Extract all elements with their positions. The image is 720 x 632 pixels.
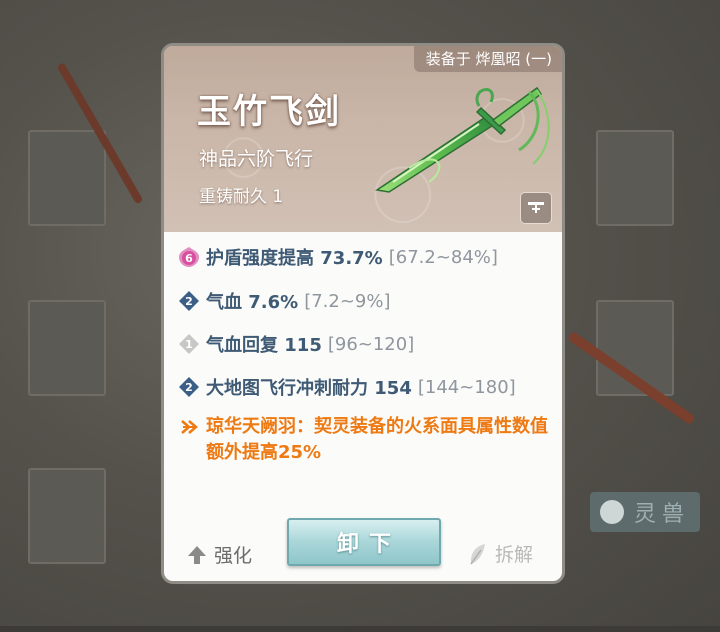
stat-text: 气血回复 115 [206,335,322,356]
up-arrow-icon [188,545,206,564]
quality-2-badge-icon: 2 [178,290,200,312]
stat-range: [67.2~84%] [388,246,498,268]
svg-text:2: 2 [185,295,193,308]
stat-row: 1 气血回复 115 [96~120] [178,331,414,357]
bg-equipment-slot [28,468,106,564]
stat-row: 6 护盾强度提高 73.7% [67.2~84%] [178,244,498,270]
stat-row: 2 大地图飞行冲刺耐力 154 [144~180] [178,374,516,400]
bg-tab-label: 灵兽 [633,502,690,527]
tag-icon [528,202,544,213]
quality-2-badge-icon: 2 [178,376,200,398]
item-header: 装备于 烨凰昭 (一) 玉竹飞剑 神品六阶飞行 重铸耐久 1 [164,46,562,232]
stat-range: [7.2~9%] [304,290,391,312]
bg-tab-icon [599,500,624,524]
svg-text:1: 1 [185,338,193,351]
quality-6-badge-icon: 6 [178,246,200,268]
special-effect-text: 琼华天阙羽：契灵装备的火系面具属性数值额外提高25% [206,416,548,463]
item-detail-card: 装备于 烨凰昭 (一) 玉竹飞剑 神品六阶飞行 重铸耐久 1 6 护盾强度提高 … [161,43,565,584]
quality-1-badge-icon: 1 [178,333,200,355]
svg-text:2: 2 [185,381,193,394]
unequip-label: 卸下 [336,532,401,557]
item-name: 玉竹飞剑 [197,92,341,132]
item-info-button[interactable] [520,192,552,224]
stat-text: 护盾强度提高 73.7% [206,248,383,269]
stat-row: 2 气血 7.6% [7.2~9%] [178,288,391,314]
enhance-button[interactable]: 强化 [186,541,252,568]
bg-bottom-strip [0,626,720,632]
equipped-to-label: 装备于 烨凰昭 (一) [413,46,562,72]
special-effect: 琼华天阙羽：契灵装备的火系面具属性数值额外提高25% [178,414,548,466]
disassemble-button[interactable]: 拆解 [467,540,533,567]
bg-equipment-slot [596,130,674,226]
item-durability: 重铸耐久 1 [199,187,284,207]
enhance-label: 强化 [214,545,253,567]
stat-text: 气血 7.6% [206,292,299,313]
disassemble-label: 拆解 [495,544,534,566]
stat-range: [96~120] [327,333,415,355]
bg-equipment-slot [28,130,106,226]
stat-text: 大地图飞行冲刺耐力 154 [206,378,412,399]
stat-range: [144~180] [417,376,516,398]
item-grade: 神品六阶飞行 [199,148,314,170]
feather-icon [470,543,485,564]
svg-text:6: 6 [185,252,193,265]
bg-equipment-slot [28,300,106,396]
unequip-button[interactable]: 卸下 [287,518,441,566]
bg-spirit-beast-tab: 灵兽 [590,492,700,532]
special-effect-icon [178,416,200,438]
flying-sword-image [375,86,550,193]
